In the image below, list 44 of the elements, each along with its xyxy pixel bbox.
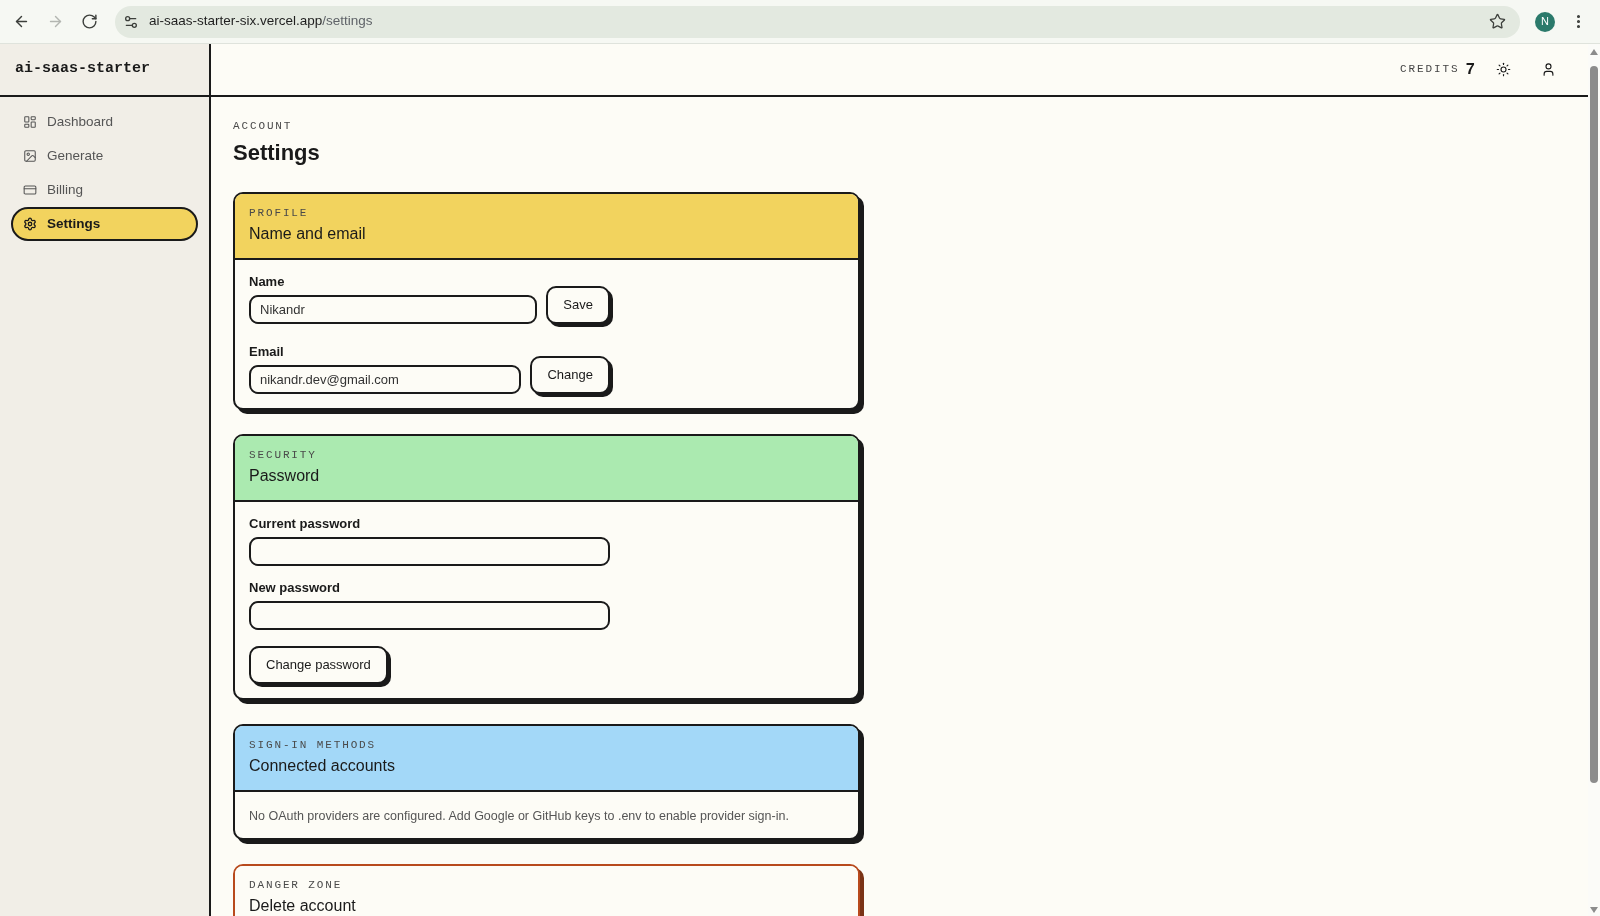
sidebar-nav-item[interactable]: Settings (11, 207, 198, 241)
scroll-down-arrow-icon[interactable] (1590, 907, 1598, 913)
change-password-button[interactable]: Change password (249, 646, 388, 684)
password-field[interactable] (249, 537, 610, 566)
field-label: Name (249, 274, 286, 290)
user-icon[interactable] (1540, 62, 1556, 77)
info-text: No OAuth providers are configured. Add Google or GitHub keys to .env to enable provider sign-in. (249, 808, 790, 825)
action-button[interactable]: Change (530, 356, 610, 394)
sidebar-nav-item[interactable]: Dashboard (11, 105, 198, 139)
card-title: Delete account (249, 896, 357, 916)
reload-icon[interactable] (80, 13, 98, 30)
card-title: Connected accounts (249, 756, 396, 776)
sun-icon[interactable] (1495, 62, 1511, 77)
card-eyebrow: DANGER ZONE (249, 878, 344, 892)
scroll-up-arrow-icon[interactable] (1590, 49, 1598, 55)
url-text: ai-saas-starter-six.vercel.app/settings (149, 12, 373, 31)
scrollbar-thumb[interactable] (1590, 66, 1598, 783)
sidebar-nav-item[interactable]: Billing (11, 173, 198, 207)
text-input-field[interactable]: nikandr.dev@gmail.com (249, 365, 522, 394)
text-input-field[interactable]: Nikandr (249, 295, 538, 324)
card-eyebrow: SIGN-IN METHODS (249, 738, 378, 752)
app-logo-text: ai-saas-starter (15, 59, 151, 80)
image-icon (23, 149, 37, 163)
card-title: Password (249, 466, 321, 486)
profile-avatar-button[interactable]: N (1535, 11, 1555, 32)
card-title: Name and email (249, 224, 367, 244)
page-title: Settings (233, 139, 321, 167)
field-label: New password (249, 580, 342, 596)
credits-count: 7 (1465, 59, 1475, 81)
sidebar-nav-item[interactable]: Generate (11, 139, 198, 173)
address-bar[interactable]: ai-saas-starter-six.vercel.app/settings (115, 5, 1520, 38)
sliders-icon[interactable] (123, 13, 139, 30)
action-button[interactable]: Save (546, 286, 610, 324)
field-label: Email (249, 344, 285, 360)
card-icon (23, 183, 37, 197)
settings-icon (23, 217, 37, 231)
card-eyebrow: SECURITY (249, 448, 318, 462)
bookmark-star-icon[interactable] (1489, 13, 1506, 30)
credits-label: CREDITS (1400, 62, 1460, 78)
page-eyebrow: ACCOUNT (233, 119, 294, 133)
field-label: Current password (249, 516, 362, 532)
card-eyebrow: PROFILE (249, 206, 310, 220)
grid-icon (23, 115, 37, 129)
password-field[interactable] (249, 601, 610, 630)
